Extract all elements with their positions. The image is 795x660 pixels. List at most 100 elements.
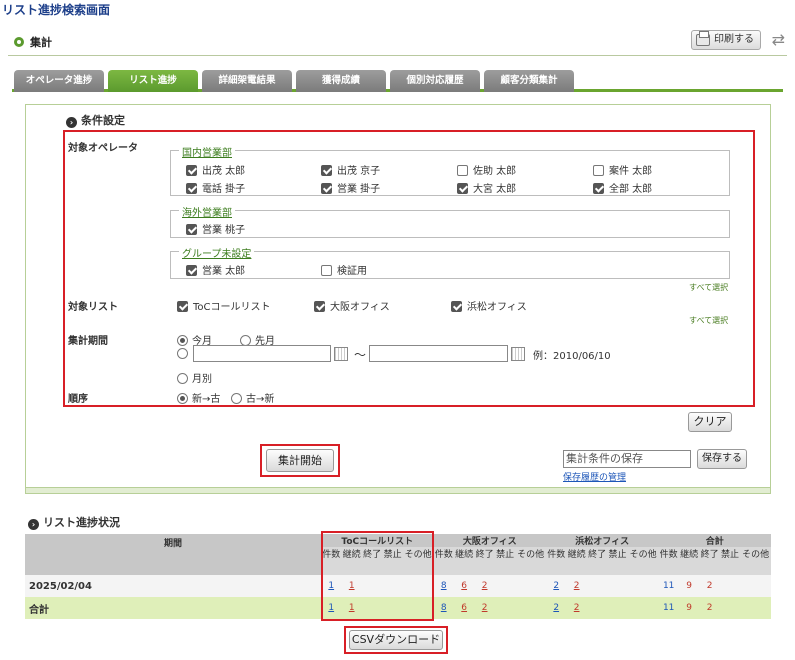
csv-download-button[interactable]: CSVダウンロード bbox=[349, 630, 443, 650]
operator-checkbox[interactable]: 営業 太郎 bbox=[186, 262, 245, 277]
ban-cell bbox=[495, 597, 515, 619]
sub-header: 禁止 bbox=[607, 547, 628, 575]
ban-cell bbox=[495, 575, 515, 597]
operator-checkbox[interactable]: 電話 掛子 bbox=[186, 180, 245, 195]
calendar-icon[interactable] bbox=[511, 347, 525, 361]
tab-history[interactable]: 個別対応履歴 bbox=[390, 70, 480, 92]
print-button[interactable]: 印刷する bbox=[691, 30, 761, 50]
end-cell[interactable]: 2 bbox=[474, 597, 494, 619]
group-overseas-name[interactable]: 海外営業部 bbox=[179, 204, 235, 219]
tab-call-results[interactable]: 詳細架電結果 bbox=[202, 70, 292, 92]
start-date-input[interactable] bbox=[193, 345, 331, 362]
sub-header: 件数 bbox=[433, 547, 454, 575]
save-history-link[interactable]: 保存履歴の管理 bbox=[563, 470, 626, 483]
sub-header: その他 bbox=[627, 547, 659, 575]
printer-icon bbox=[696, 31, 710, 46]
tab-list-progress[interactable]: リスト進捗 bbox=[108, 70, 198, 92]
date-example: 例：2010/06/10 bbox=[533, 351, 611, 362]
count-cell[interactable]: 8 bbox=[433, 575, 453, 597]
operator-checkbox[interactable]: 検証用 bbox=[321, 262, 367, 277]
radio-icon bbox=[177, 335, 188, 346]
panel-bottom-band bbox=[26, 487, 770, 493]
total-end-cell: 2 bbox=[706, 603, 713, 613]
tab-acquisition[interactable]: 獲得成績 bbox=[296, 70, 386, 92]
end-cell bbox=[587, 597, 607, 619]
continue-cell[interactable]: 2 bbox=[566, 575, 586, 597]
sub-header: 継続 bbox=[566, 547, 587, 575]
select-all-lists-link[interactable]: すべて選択 bbox=[689, 315, 728, 326]
tab-customer-class[interactable]: 顧客分類集計 bbox=[484, 70, 574, 92]
group-header: 浜松オフィス bbox=[545, 534, 659, 547]
list-label: 対象リスト bbox=[68, 302, 118, 313]
list-checkbox-hamamatsu[interactable]: 浜松オフィス bbox=[451, 298, 527, 313]
checkbox-icon bbox=[457, 165, 468, 176]
sub-header: 継続 bbox=[678, 547, 700, 575]
continue-cell[interactable]: 6 bbox=[454, 575, 474, 597]
continue-cell[interactable]: 2 bbox=[566, 597, 586, 619]
operator-checkbox[interactable]: 佐助 太郎 bbox=[457, 162, 516, 177]
period-monthly-radio[interactable]: 月別 bbox=[177, 370, 212, 385]
radio-icon bbox=[231, 393, 242, 404]
count-cell[interactable]: 2 bbox=[546, 597, 566, 619]
other-cell bbox=[628, 575, 659, 597]
group-header: 大阪オフィス bbox=[433, 534, 546, 547]
list-checkbox-toc[interactable]: ToCコールリスト bbox=[177, 298, 271, 313]
start-aggregation-button[interactable]: 集計開始 bbox=[266, 449, 334, 472]
end-cell bbox=[587, 575, 607, 597]
ban-cell bbox=[607, 597, 627, 619]
operator-checkbox[interactable]: 大宮 太郎 bbox=[457, 180, 516, 195]
list-checkbox-osaka[interactable]: 大阪オフィス bbox=[314, 298, 390, 313]
refresh-icon[interactable]: ⇄ bbox=[772, 30, 785, 49]
total-continue-cell: 9 bbox=[686, 581, 692, 591]
end-date-input[interactable] bbox=[369, 345, 508, 362]
operator-checkbox[interactable]: 案件 太郎 bbox=[593, 162, 652, 177]
checkbox-icon bbox=[177, 301, 188, 312]
order-old-new-radio[interactable]: 古→新 bbox=[231, 390, 274, 405]
sub-header: 件数 bbox=[658, 547, 679, 575]
checkbox-icon bbox=[451, 301, 462, 312]
operator-checkbox[interactable]: 出茂 京子 bbox=[321, 162, 380, 177]
operator-checkbox[interactable]: 出茂 太郎 bbox=[186, 162, 245, 177]
sub-header: 終了 bbox=[699, 547, 720, 575]
radio-icon bbox=[177, 348, 188, 359]
clear-button[interactable]: クリア bbox=[688, 412, 732, 432]
operator-checkbox[interactable]: 全部 太郎 bbox=[593, 180, 652, 195]
period-range-radio[interactable] bbox=[177, 348, 192, 360]
order-label: 順序 bbox=[68, 394, 88, 405]
ban-cell bbox=[720, 575, 740, 597]
checkbox-icon bbox=[321, 265, 332, 276]
select-all-operators-link[interactable]: すべて選択 bbox=[689, 282, 728, 293]
panel-title: 集計 bbox=[30, 36, 52, 49]
operator-checkbox[interactable]: 営業 掛子 bbox=[321, 180, 380, 195]
count-cell[interactable]: 8 bbox=[433, 597, 453, 619]
save-condition-input[interactable]: 集計条件の保存 bbox=[563, 450, 691, 468]
sub-header: 禁止 bbox=[494, 547, 516, 575]
order-new-old-radio[interactable]: 新→古 bbox=[177, 390, 220, 405]
continue-cell[interactable]: 6 bbox=[454, 597, 474, 619]
operator-checkbox[interactable]: 営業 桃子 bbox=[186, 221, 245, 236]
period-header: 期間 bbox=[25, 534, 321, 575]
checkbox-icon bbox=[457, 183, 468, 194]
checkbox-icon bbox=[321, 183, 332, 194]
results-heading: › リスト進捗状況 bbox=[28, 514, 120, 530]
end-cell[interactable]: 2 bbox=[474, 575, 494, 597]
operator-label: 対象オペレータ bbox=[68, 143, 138, 154]
group-domestic-name[interactable]: 国内営業部 bbox=[179, 144, 235, 159]
arrow-right-icon: › bbox=[66, 117, 77, 128]
toc-column-highlight bbox=[321, 531, 434, 621]
sub-header: 終了 bbox=[586, 547, 608, 575]
total-continue-cell: 9 bbox=[686, 603, 692, 613]
checkbox-icon bbox=[321, 165, 332, 176]
checkbox-icon bbox=[186, 183, 197, 194]
count-cell[interactable]: 2 bbox=[546, 575, 566, 597]
arrow-right-icon: › bbox=[28, 519, 39, 530]
total-count-cell: 11 bbox=[662, 581, 675, 591]
group-header: 合計 bbox=[658, 534, 771, 547]
group-unassigned-name[interactable]: グループ未設定 bbox=[179, 245, 255, 260]
print-label: 印刷する bbox=[714, 34, 754, 45]
save-button[interactable]: 保存する bbox=[697, 449, 747, 469]
tab-operator-progress[interactable]: オペレータ進捗 bbox=[14, 70, 104, 92]
calendar-icon[interactable] bbox=[334, 347, 348, 361]
other-cell bbox=[628, 597, 659, 619]
period-label: 集計期間 bbox=[68, 336, 108, 347]
